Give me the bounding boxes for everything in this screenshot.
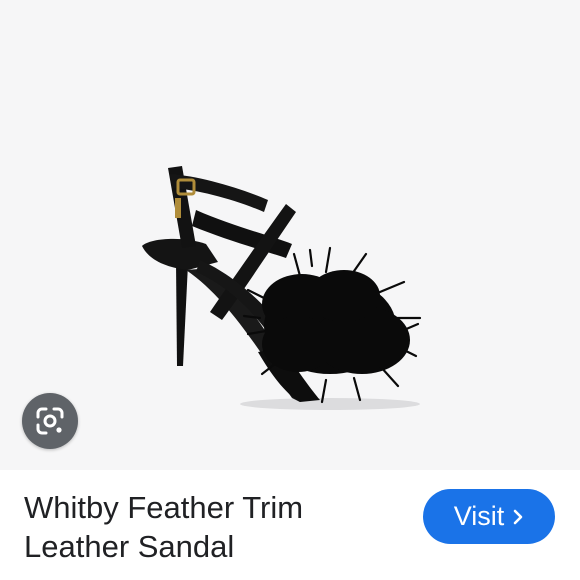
product-title-line1: Whitby Feather Trim [24,490,304,525]
google-lens-icon [36,407,64,435]
visit-button-label: Visit [453,501,505,531]
sandal-image[interactable] [0,0,580,470]
product-image-area[interactable] [0,0,580,470]
visit-button[interactable]: Visit [423,489,555,544]
lens-search-button[interactable] [22,393,78,449]
chevron-right-icon [512,508,524,526]
product-title-line2: Leather Sandal [24,529,235,564]
product-title[interactable]: Whitby Feather Trim Leather Sandal [24,488,404,566]
